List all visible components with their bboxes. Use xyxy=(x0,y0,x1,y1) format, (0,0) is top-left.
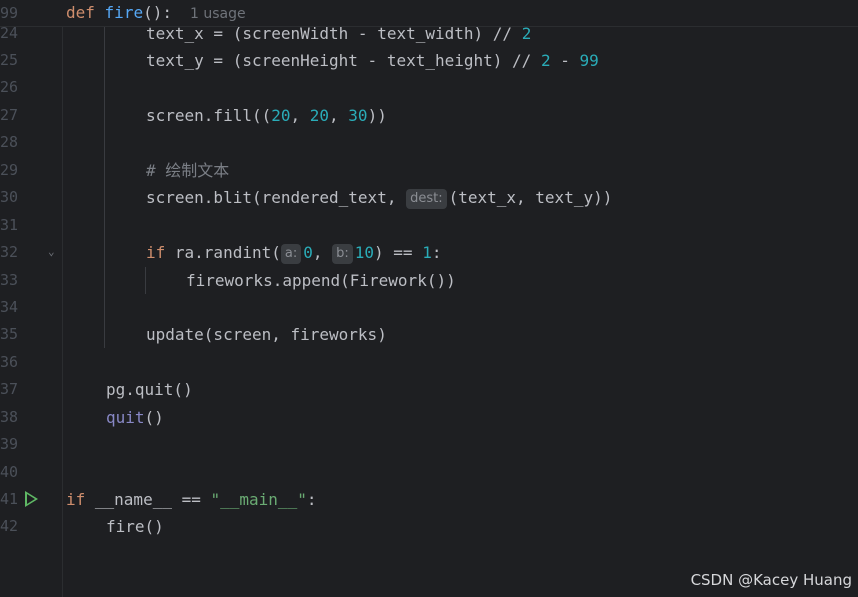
usage-hint[interactable]: 1 usage xyxy=(190,6,246,22)
line-number: 39 xyxy=(0,435,19,453)
code-row: 36 xyxy=(0,349,858,376)
code-row: 31 xyxy=(0,212,858,239)
code-row: 37 pg.quit() xyxy=(0,376,858,403)
code-line[interactable]: if __name__ == "__main__": xyxy=(66,486,316,513)
code-text: __name__ == xyxy=(85,490,211,509)
code-row: 41 if __name__ == "__main__": xyxy=(0,486,858,513)
code-comment[interactable]: # 绘制文本 xyxy=(146,157,229,184)
line-number: 35 xyxy=(0,325,19,343)
code-text: - xyxy=(550,51,580,70)
line-number: 25 xyxy=(0,51,19,69)
parameter-hint-a: a: xyxy=(280,244,302,264)
code-line[interactable]: screen.blit(rendered_text, dest: (text_x,… xyxy=(146,184,612,211)
code-text: screen.fill(( xyxy=(146,106,272,125)
string-literal: "__main__" xyxy=(210,490,307,509)
line-number: 38 xyxy=(0,408,19,426)
number-literal: 10 xyxy=(354,243,375,262)
code-text: : xyxy=(306,490,317,509)
code-row: 32 ⌄ if ra.randint(a: 0, b: 10) == 1: xyxy=(0,239,858,266)
number-literal: 1 xyxy=(422,243,432,262)
code-line[interactable]: def fire(): 1 usage xyxy=(66,0,246,26)
code-text: , xyxy=(329,106,349,125)
code-line[interactable]: quit() xyxy=(106,404,164,431)
code-text: : xyxy=(431,243,442,262)
code-text: , xyxy=(312,243,333,262)
code-text: () xyxy=(144,408,164,427)
line-number: 40 xyxy=(0,463,19,481)
chevron-down-icon[interactable]: ⌄ xyxy=(48,246,56,257)
code-line[interactable]: fire() xyxy=(106,513,164,540)
number-literal: 2 xyxy=(540,51,551,70)
function-name: fire xyxy=(104,3,144,22)
code-line[interactable]: pg.quit() xyxy=(106,376,193,403)
line-number: 26 xyxy=(0,78,19,96)
code-row: 40 xyxy=(0,459,858,486)
run-triangle-icon[interactable] xyxy=(25,491,38,507)
code-text: )) xyxy=(367,106,387,125)
line-number: 32 xyxy=(0,243,19,261)
line-number: 31 xyxy=(0,216,19,234)
keyword: if xyxy=(146,243,166,262)
code-line[interactable]: if ra.randint(a: 0, b: 10) == 1: xyxy=(146,239,441,266)
line-number: 41 xyxy=(0,490,19,508)
code-row: 35 update(screen, fireworks) xyxy=(0,321,858,348)
number-literal: 0 xyxy=(303,243,313,262)
code-row: 42 fire() xyxy=(0,513,858,540)
code-row: 30 screen.blit(rendered_text, dest: (text… xyxy=(0,184,858,211)
code-line[interactable]: update(screen, fireworks) xyxy=(146,321,387,348)
code-text: (text_x, text_y)) xyxy=(448,188,613,207)
code-text: screen.blit(rendered_text, xyxy=(146,188,407,207)
code-row: 27 screen.fill((20, 20, 30)) xyxy=(0,102,858,129)
code-text: ) == xyxy=(374,243,423,262)
code-row: 29 # 绘制文本 xyxy=(0,157,858,184)
watermark: CSDN @Kacey Huang xyxy=(690,571,852,589)
line-number: 37 xyxy=(0,380,19,398)
line-number: 36 xyxy=(0,353,19,371)
keyword: def xyxy=(66,3,95,22)
number-literal: 20 xyxy=(271,106,291,125)
code-text: ra.randint( xyxy=(165,243,281,262)
line-number: 42 xyxy=(0,517,19,535)
code-row: 39 xyxy=(0,431,858,458)
code-row: 26 xyxy=(0,74,858,101)
code-line[interactable]: screen.fill((20, 20, 30)) xyxy=(146,102,387,129)
code-row: 33 fireworks.append(Firework()) xyxy=(0,267,858,294)
code-row: 28 xyxy=(0,129,858,156)
number-literal: 20 xyxy=(309,106,330,125)
line-number: 27 xyxy=(0,106,19,124)
line-number: 28 xyxy=(0,133,19,151)
signature: (): xyxy=(143,3,172,22)
code-row: 38 quit() xyxy=(0,404,858,431)
code-row: 25 text_y = (screenHeight - text_height)… xyxy=(0,47,858,74)
line-number: 34 xyxy=(0,298,19,316)
parameter-hint-b: b: xyxy=(332,244,353,264)
number-literal: 30 xyxy=(348,106,368,125)
parameter-hint-dest: dest: xyxy=(406,189,447,209)
number-literal: 99 xyxy=(579,51,599,70)
builtin-name: quit xyxy=(106,408,145,427)
code-text: , xyxy=(290,106,310,125)
code-line[interactable]: text_y = (screenHeight - text_height) //… xyxy=(146,47,599,74)
line-number: 30 xyxy=(0,188,19,206)
code-line[interactable]: fireworks.append(Firework()) xyxy=(186,267,456,294)
keyword: if xyxy=(66,490,86,509)
sticky-scope-header[interactable]: 99 def fire(): 1 usage xyxy=(0,0,858,27)
line-number: 99 xyxy=(0,4,19,22)
line-number: 29 xyxy=(0,161,19,179)
line-number: 33 xyxy=(0,271,19,289)
code-row: 34 xyxy=(0,294,858,321)
code-text: text_y = (screenHeight - text_height) // xyxy=(146,51,541,70)
